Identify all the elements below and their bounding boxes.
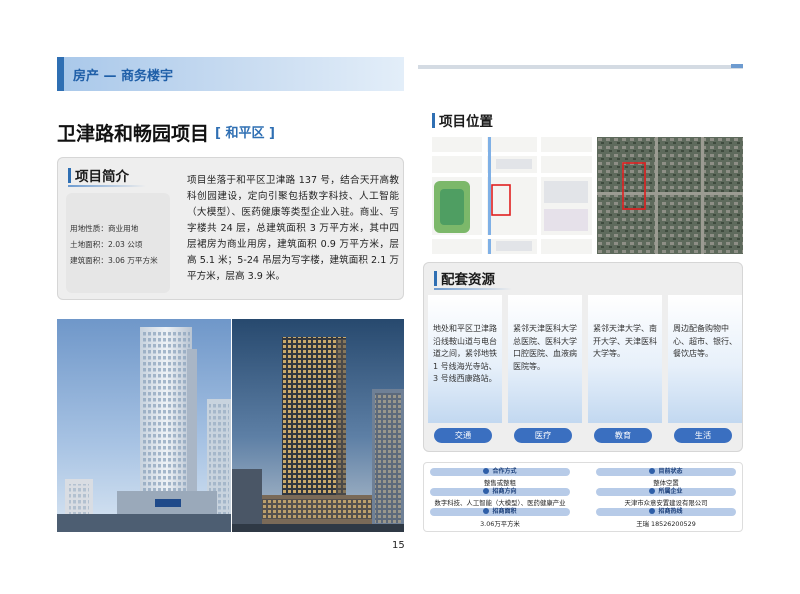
pill-life: 生活	[674, 428, 732, 443]
heading-bar	[434, 270, 437, 286]
stat-floor-area: 建筑面积：3.06 万平方米	[70, 256, 158, 265]
section-title: 房产 — 商务楼宇	[73, 69, 174, 84]
resource-card-education: 紧邻天津大学、南开大学、天津医科大学等。	[588, 295, 662, 423]
info-value-hotline: 王瑞 18526200529	[636, 520, 696, 528]
location-heading-label: 项目位置	[439, 114, 493, 130]
info-label-company: 所属企业	[596, 488, 736, 496]
pill-education: 教育	[594, 428, 652, 443]
building-photo-dusk	[232, 319, 404, 532]
info-value-area: 3.06万平方米	[480, 520, 520, 528]
stats-box: 用地性质：商业用地 土地面积：2.03 公顷 建筑面积：3.06 万平方米	[66, 193, 170, 293]
info-label-text: 合作方式	[492, 468, 517, 475]
status-icon	[649, 468, 656, 474]
location-heading: 项目位置	[432, 110, 493, 130]
info-label-text: 目前状态	[658, 468, 683, 475]
info-value-cooperation: 整售或整租	[484, 479, 516, 487]
info-value-status: 整体空置	[653, 479, 679, 487]
resources-heading: 配套资源	[434, 268, 495, 288]
page-number: 15	[392, 540, 405, 551]
info-value-company: 天津市众意安置建设有限公司	[624, 499, 708, 507]
handshake-icon	[483, 468, 490, 474]
resource-card-transport: 地处和平区卫津路沿线鞍山道与电台道之间，紧邻地铁 1 号线海光寺站、3 号线西康…	[428, 295, 502, 423]
building-photo-dusk-image	[232, 319, 404, 532]
district-tag: [ 和平区 ]	[215, 126, 275, 141]
satellite-map	[597, 137, 743, 254]
building-photo-day-image	[57, 319, 231, 532]
heading-bar	[68, 167, 71, 183]
street-map-image	[432, 137, 592, 254]
info-label-text: 招商热线	[658, 508, 683, 515]
project-title: 卫津路和畅园项目	[57, 123, 210, 145]
info-label-area: 招商面积	[430, 508, 570, 516]
phone-icon	[649, 508, 656, 514]
street-map	[432, 137, 592, 254]
area-icon	[483, 508, 490, 514]
pill-transport: 交通	[434, 428, 492, 443]
target-icon	[483, 488, 490, 494]
header-divider-accent	[731, 64, 743, 68]
resource-card-life: 周边配备购物中心、超市、银行、餐饮店等。	[668, 295, 742, 423]
info-label-direction: 招商方向	[430, 488, 570, 496]
building-photo-day	[57, 319, 231, 532]
heading-underline	[68, 185, 146, 187]
info-value-direction: 数字科技、人工智能（大模型）、医药健康产业	[434, 499, 566, 507]
resource-card-text: 紧邻天津医科大学总医院、医科大学口腔医院、血液病医院等。	[513, 324, 577, 371]
banner-accent-bar	[57, 57, 64, 91]
info-label-hotline: 招商热线	[596, 508, 736, 516]
resource-card-medical: 紧邻天津医科大学总医院、医科大学口腔医院、血液病医院等。	[508, 295, 582, 423]
info-label-text: 招商面积	[492, 508, 517, 515]
info-label-cooperation: 合作方式	[430, 468, 570, 476]
stat-land-area: 土地面积：2.03 公顷	[70, 240, 143, 249]
satellite-map-image	[597, 137, 743, 254]
resource-card-text: 地处和平区卫津路沿线鞍山道与电台道之间，紧邻地铁 1 号线海光寺站、3 号线西康…	[433, 324, 497, 383]
resources-heading-label: 配套资源	[441, 272, 495, 288]
header-divider	[418, 64, 743, 69]
info-label-text: 所属企业	[658, 488, 683, 495]
info-label-status: 目前状态	[596, 468, 736, 476]
stat-land-use: 用地性质：商业用地	[70, 224, 139, 233]
intro-heading-label: 项目简介	[75, 169, 129, 185]
resource-card-text: 紧邻天津大学、南开大学、天津医科大学等。	[593, 324, 657, 358]
intro-paragraph: 项目坐落于和平区卫津路 137 号，结合天开高教科创园建设，定向引聚包括数字科技…	[187, 175, 399, 282]
info-label-text: 招商方向	[492, 488, 517, 495]
intro-heading: 项目简介	[68, 165, 129, 185]
info-table: 合作方式 整售或整租 招商方向 数字科技、人工智能（大模型）、医药健康产业 招商…	[423, 462, 743, 532]
resources-panel: 配套资源 地处和平区卫津路沿线鞍山道与电台道之间，紧邻地铁 1 号线海光寺站、3…	[423, 262, 743, 452]
resource-card-text: 周边配备购物中心、超市、银行、餐饮店等。	[673, 324, 737, 358]
heading-underline	[434, 288, 512, 290]
pill-medical: 医疗	[514, 428, 572, 443]
building-icon	[649, 488, 656, 494]
heading-bar	[432, 112, 435, 128]
intro-panel: 项目简介 用地性质：商业用地 土地面积：2.03 公顷 建筑面积：3.06 万平…	[57, 157, 404, 300]
section-banner: 房产 — 商务楼宇	[57, 57, 404, 91]
